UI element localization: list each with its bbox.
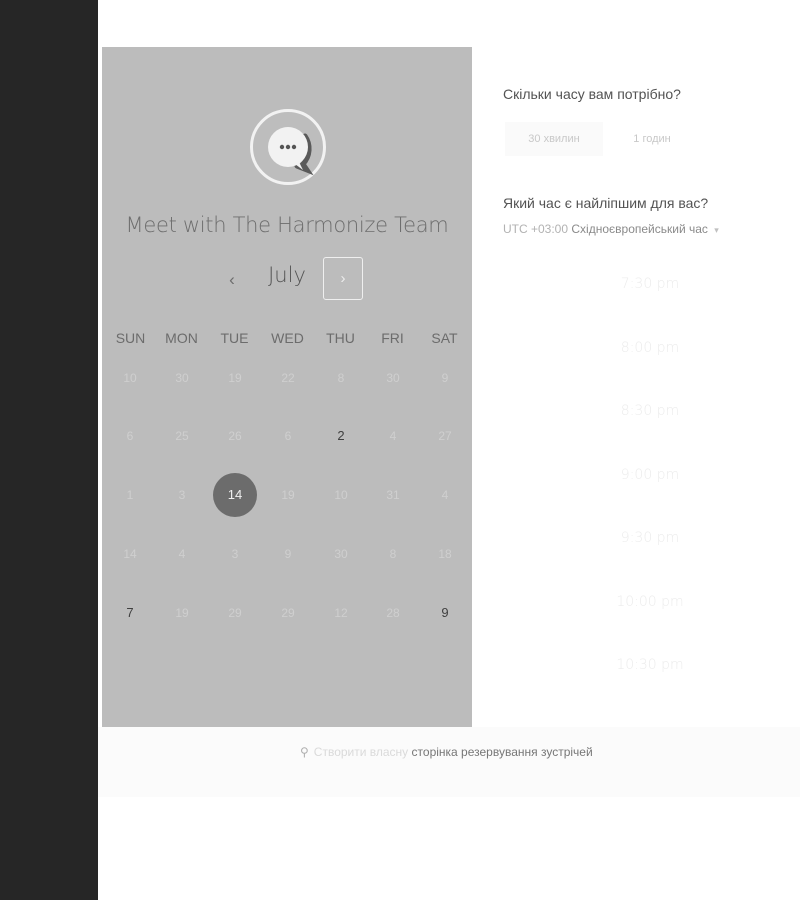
calendar-day: 6 [284,429,292,443]
time-slot-1000pm[interactable]: 10:00 pm [560,594,740,610]
calendar-day[interactable]: 2 [319,414,363,458]
weekday-sat: SAT [431,330,458,346]
calendar-day: 4 [178,547,186,561]
time-slot-730pm[interactable]: 7:30 pm [560,276,740,292]
calendar-day[interactable]: 9 [423,591,467,635]
time-slot-830pm[interactable]: 8:30 pm [560,403,740,419]
left-dark-sidebar [0,0,98,900]
calendar-day: 12 [334,606,348,620]
weekday-header-row: SUN MON TUE WED THU FRI SAT [102,330,472,348]
footer-strong-text: сторінка резервування зустрічей [411,745,593,759]
calendar-day: 1 [126,488,134,502]
calendar-day[interactable]: 7 [108,591,152,635]
footer-background [98,727,800,797]
calendar-day: 10 [334,488,348,502]
time-slot-1030pm[interactable]: 10:30 pm [560,657,740,673]
calendar-day: 18 [438,547,452,561]
calendar-day: 30 [175,371,189,385]
duration-question: Скільки часу вам потрібно? [503,86,681,102]
weekday-mon: MON [165,330,198,346]
calendar-day: 14 [123,547,137,561]
calendar-day: 4 [389,429,397,443]
time-slot-900pm[interactable]: 9:00 pm [560,467,740,483]
calendar-day: 6 [126,429,134,443]
timezone-name: Східноєвропейський час [571,222,708,236]
chat-bubble-icon [268,127,314,176]
calendar-day: 8 [389,547,397,561]
calendar-day: 3 [178,488,186,502]
weekday-wed: WED [271,330,304,346]
calendar-day: 26 [228,429,242,443]
weekday-sun: SUN [115,330,146,346]
weekday-tue: TUE [220,330,249,346]
weekday-thu: THU [326,330,355,346]
organizer-avatar [250,109,326,185]
duration-option-30min[interactable]: 30 хвилин [505,122,603,156]
calendar-day: 27 [438,429,452,443]
month-label: July [268,263,306,287]
calendar-day: 29 [281,606,295,620]
footer-light-text: Створити власну [313,745,409,759]
time-slot-800pm[interactable]: 8:00 pm [560,340,740,356]
weekday-fri: FRI [381,330,404,346]
chevron-down-icon: ▾ [714,225,719,235]
calendar-day: 4 [441,488,449,502]
calendar-day: 29 [228,606,242,620]
footer-promo-link[interactable]: ⚲ Створити власну сторінка резервування з… [300,745,593,759]
calendar-day: 22 [281,371,295,385]
calendar-panel: Meet with The Harmonize Team ‹ July › SU… [102,47,472,727]
time-slot-930pm[interactable]: 9:30 pm [560,530,740,546]
hubspot-sprocket-icon: ⚲ [300,745,309,759]
meeting-title: Meet with The Harmonize Team [125,213,449,237]
calendar-day: 3 [231,547,239,561]
prev-month-button[interactable]: ‹ [220,268,244,292]
calendar-day: 31 [386,488,400,502]
duration-option-1hour[interactable]: 1 годин [612,122,692,156]
next-month-button[interactable]: › [323,257,363,300]
calendar-day: 30 [334,547,348,561]
calendar-day: 30 [386,371,400,385]
timezone-select[interactable]: UTC +03:00 Східноєвропейський час ▾ [503,222,719,236]
calendar-day: 9 [441,371,449,385]
calendar-day: 9 [284,547,292,561]
calendar-day: 19 [281,488,295,502]
time-question: Який час є найліпшим для вас? [503,195,709,211]
calendar-day: 28 [386,606,400,620]
timezone-offset: UTC +03:00 [503,222,569,236]
calendar-day: 8 [337,371,345,385]
calendar-day: 19 [175,606,189,620]
calendar-day: 19 [228,371,242,385]
calendar-day: 25 [175,429,189,443]
calendar-day-selected[interactable]: 14 [213,473,257,517]
calendar-day: 10 [123,371,137,385]
